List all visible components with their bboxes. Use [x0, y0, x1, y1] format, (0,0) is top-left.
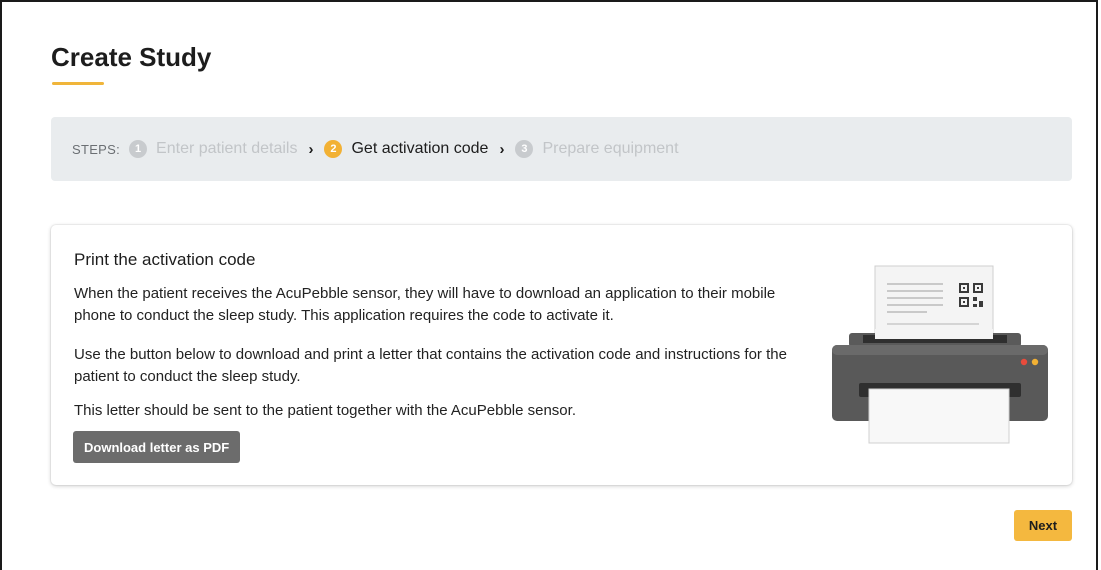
card-paragraph-2: Use the button below to download and pri… [74, 346, 787, 385]
step-number-1: 1 [129, 140, 148, 158]
step-enter-patient-details[interactable]: 1 Enter patient details [129, 140, 297, 158]
title-underline [52, 82, 104, 85]
next-button[interactable]: Next [1014, 510, 1072, 541]
printer-icon [832, 265, 1048, 444]
step-get-activation-code[interactable]: 2 Get activation code [324, 140, 488, 158]
card-paragraph-3: This letter should be sent to the patien… [74, 402, 576, 419]
card-paragraph-1: When the patient receives the AcuPebble … [74, 285, 776, 324]
step-number-3: 3 [515, 140, 534, 158]
download-letter-button[interactable]: Download letter as PDF [73, 431, 241, 463]
step-label-1: Enter patient details [156, 140, 298, 157]
steps-label: STEPS: [72, 141, 121, 157]
step-prepare-equipment[interactable]: 3 Prepare equipment [515, 140, 679, 158]
step-number-2: 2 [324, 140, 343, 158]
chevron-right-icon: › [499, 140, 505, 158]
steps-bar: STEPS: 1 Enter patient details › 2 Get a… [51, 117, 1072, 181]
card-title: Print the activation code [74, 250, 256, 269]
page-title: Create Study [51, 42, 212, 72]
step-label-3: Prepare equipment [542, 140, 679, 157]
step-label-2: Get activation code [351, 140, 489, 157]
activation-code-card: Print the activation code When the patie… [51, 225, 1072, 485]
chevron-right-icon: › [308, 140, 314, 158]
